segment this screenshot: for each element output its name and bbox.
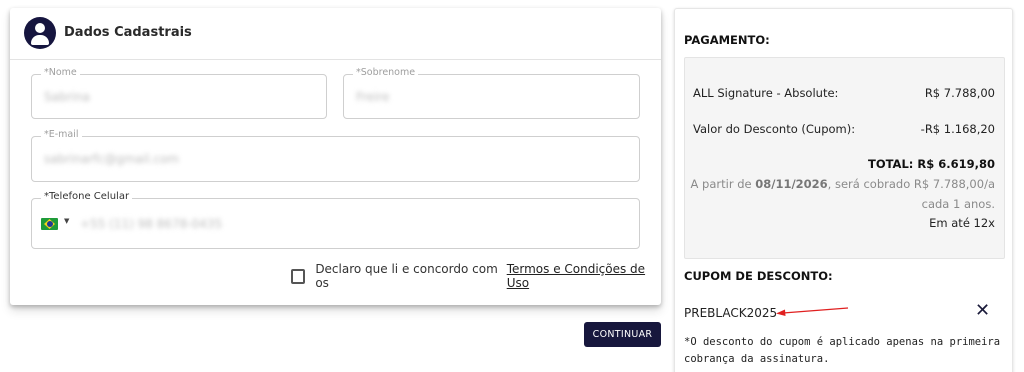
brazil-flag-icon[interactable] — [41, 218, 58, 230]
email-label: *E-mail — [41, 129, 82, 140]
phone-field[interactable]: *Telefone Celular ▼ +55 (11) 98 8678-043… — [31, 191, 640, 249]
continue-button[interactable]: CONTINUAR — [584, 322, 661, 347]
last-name-value: Freire — [356, 89, 390, 104]
coupon-title: CUPOM DE DESCONTO: — [684, 269, 833, 283]
close-icon[interactable]: ✕ — [975, 302, 990, 320]
last-name-field[interactable]: *Sobrenome Freire — [343, 67, 640, 119]
terms-text: Declaro que li e concordo com os — [315, 262, 498, 290]
product-row: ALL Signature - Absolute: R$ 7.788,00 — [693, 86, 995, 100]
installments: Em até 12x — [929, 216, 995, 230]
terms-checkbox[interactable] — [291, 268, 306, 284]
annotation-arrow-icon — [776, 307, 849, 316]
last-name-label: *Sobrenome — [353, 67, 419, 78]
registration-card: Dados Cadastrais *Nome Sabrina *Sobrenom… — [10, 8, 661, 305]
renewal-note: A partir de 08/11/2026, será cobrado R$ … — [691, 174, 995, 214]
email-field[interactable]: *E-mail sabrinarfc@gmail.com — [31, 129, 640, 182]
product-name: ALL Signature - Absolute: — [693, 86, 839, 100]
discount-value: -R$ 1.168,20 — [920, 122, 995, 136]
phone-value: +55 (11) 98 8678-0435 — [80, 216, 223, 231]
terms-agreement: Declaro que li e concordo com os Termos … — [291, 262, 661, 290]
first-name-value: Sabrina — [44, 89, 90, 104]
product-price: R$ 7.788,00 — [924, 86, 995, 100]
total-amount: TOTAL: R$ 6.619,80 — [867, 157, 995, 171]
renewal-period: cada 1 anos. — [921, 197, 995, 211]
account-circle-icon — [24, 17, 56, 49]
order-summary: ALL Signature - Absolute: R$ 7.788,00 Va… — [684, 57, 1005, 259]
first-name-field[interactable]: *Nome Sabrina — [31, 67, 327, 119]
payment-panel: PAGAMENTO: ALL Signature - Absolute: R$ … — [674, 8, 1013, 372]
discount-row: Valor do Desconto (Cupom): -R$ 1.168,20 — [693, 122, 995, 136]
email-value: sabrinarfc@gmail.com — [44, 152, 179, 166]
coupon-code: PREBLACK2025 — [684, 306, 778, 320]
terms-link[interactable]: Termos e Condições de Uso — [507, 262, 661, 290]
coupon-note: *O desconto do cupom é aplicado apenas n… — [684, 336, 1001, 365]
renewal-prefix: A partir de — [690, 177, 752, 191]
card-header: Dados Cadastrais — [10, 8, 661, 60]
payment-title: PAGAMENTO: — [684, 33, 770, 47]
card-title: Dados Cadastrais — [64, 25, 192, 40]
discount-label: Valor do Desconto (Cupom): — [693, 122, 856, 136]
country-dropdown-caret-icon[interactable]: ▼ — [64, 217, 69, 225]
renewal-date: 08/11/2026 — [755, 177, 828, 191]
renewal-suffix: , será cobrado R$ 7.788,00/a — [827, 177, 995, 191]
phone-label: *Telefone Celular — [41, 191, 133, 202]
first-name-label: *Nome — [41, 67, 80, 78]
